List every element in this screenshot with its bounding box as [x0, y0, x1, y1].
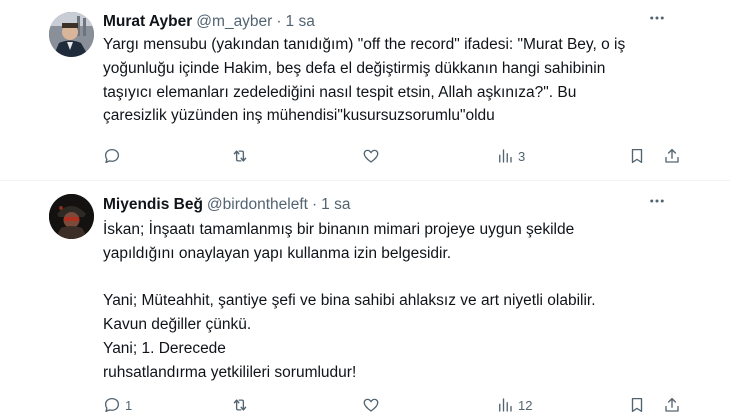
- tweet[interactable]: Murat Ayber @m_ayber · 1 sa Yargı mensub…: [0, 0, 730, 181]
- text-line: ruhsatlandırma yetkilileri sorumludur!: [103, 363, 357, 381]
- share-icon: [665, 148, 679, 163]
- views-button[interactable]: 3: [496, 146, 525, 166]
- retweet-icon: [233, 399, 247, 411]
- text-line: yoğunluğu içinde Hakim, beş defa el deği…: [103, 59, 606, 77]
- avatar-photo: [49, 194, 94, 239]
- retweet-button[interactable]: [231, 146, 253, 166]
- tweet-header: Murat Ayber @m_ayber · 1 sa: [103, 11, 710, 33]
- bookmark-icon: [631, 397, 643, 413]
- view-count: 3: [518, 148, 526, 164]
- text-line: Yani; Müteahhit, şantiye şefi ve bina sa…: [103, 292, 596, 310]
- text-line: yapıldığını onaylayan yapı kullanma izin…: [103, 244, 452, 262]
- reply-icon: [104, 148, 120, 164]
- timestamp[interactable]: 1 sa: [286, 13, 315, 31]
- author-name[interactable]: Miyendis Beğ: [103, 196, 203, 214]
- bookmark-icon: [631, 148, 643, 164]
- more-dots-icon[interactable]: [648, 9, 666, 32]
- paragraph-break: [103, 266, 703, 290]
- text-line: İskan; İnşaatı tamamlanmış bir binanın m…: [103, 221, 575, 238]
- author-handle[interactable]: @m_ayber: [196, 13, 272, 31]
- share-icon: [665, 397, 679, 412]
- text-line: Yargı mensubu (yakından tanıdığım) "off …: [103, 36, 626, 53]
- text-line: çaresizlik yüzünden inş mühendisi"kusurs…: [103, 107, 495, 125]
- retweet-button[interactable]: [231, 395, 253, 415]
- author-name[interactable]: Murat Ayber: [103, 13, 192, 31]
- more-dots-icon[interactable]: [648, 192, 666, 215]
- bookmark-button[interactable]: [628, 146, 646, 166]
- views-icon: [499, 149, 512, 163]
- text-line: Kavun değiller çünkü.: [103, 316, 252, 334]
- heart-icon: [363, 398, 379, 412]
- retweet-icon: [233, 150, 247, 162]
- reply-button[interactable]: 1: [103, 395, 132, 415]
- separator-dot: ·: [276, 13, 282, 30]
- bookmark-button[interactable]: [628, 395, 646, 415]
- heart-icon: [363, 149, 379, 163]
- like-button[interactable]: [362, 146, 384, 166]
- reply-count: 1: [125, 397, 133, 413]
- reply-button[interactable]: [103, 146, 125, 166]
- reply-icon: [104, 397, 120, 413]
- tweet-text: Yargı mensubu (yakından tanıdığım) "off …: [103, 33, 703, 128]
- tweet[interactable]: Miyendis Beğ @birdontheleft · 1 sa İskan…: [0, 181, 730, 420]
- share-button[interactable]: [663, 395, 681, 415]
- view-count: 12: [518, 397, 533, 413]
- tweet-actions: 3: [103, 146, 693, 166]
- views-button[interactable]: 12: [496, 395, 532, 415]
- avatar[interactable]: [49, 194, 94, 239]
- tweet-actions: 1 12: [103, 395, 693, 415]
- author-handle[interactable]: @birdontheleft: [207, 196, 308, 214]
- like-button[interactable]: [362, 395, 384, 415]
- avatar[interactable]: [49, 12, 94, 57]
- text-line: taşıyıcı elemanları zedelediğini nasıl t…: [103, 83, 577, 101]
- text-line: Yani; 1. Derecede: [103, 339, 226, 357]
- timestamp[interactable]: 1 sa: [321, 196, 350, 214]
- tweet-text: İskan; İnşaatı tamamlanmış bir binanın m…: [103, 218, 703, 385]
- views-icon: [499, 398, 512, 412]
- tweet-header: Miyendis Beğ @birdontheleft · 1 sa: [103, 194, 710, 216]
- share-button[interactable]: [663, 146, 681, 166]
- avatar-photo: [49, 12, 94, 57]
- separator-dot: ·: [311, 196, 318, 213]
